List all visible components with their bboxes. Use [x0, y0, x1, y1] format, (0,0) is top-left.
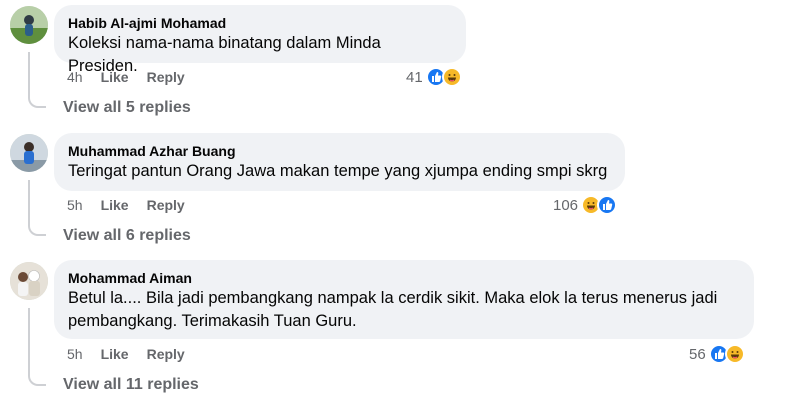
reply-button[interactable]: Reply: [147, 346, 185, 362]
like-button[interactable]: Like: [101, 69, 129, 85]
comment-bubble: Mohammad Aiman Betul la.... Bila jadi pe…: [54, 260, 754, 339]
comment-author[interactable]: Mohammad Aiman: [68, 269, 742, 287]
comment-bubble: Habib Al-ajmi Mohamad Koleksi nama-nama …: [54, 5, 466, 75]
like-icon: [597, 195, 618, 215]
reaction-summary[interactable]: 41: [406, 65, 462, 89]
like-button[interactable]: Like: [101, 197, 129, 213]
reaction-count: 56: [689, 345, 706, 363]
comment-text: Betul la.... Bila jadi pembangkang nampa…: [68, 289, 718, 330]
comment-time[interactable]: 5h: [67, 346, 83, 362]
comment-actions: 4h Like Reply: [67, 67, 185, 87]
reaction-count: 106: [553, 196, 579, 214]
like-button[interactable]: Like: [101, 346, 129, 362]
thread-connector: [28, 180, 46, 236]
comment-author[interactable]: Muhammad Azhar Buang: [68, 142, 613, 160]
view-replies-link[interactable]: View all 6 replies: [63, 226, 191, 246]
comment-bubble: Muhammad Azhar Buang Teringat pantun Ora…: [54, 133, 625, 191]
comment-actions: 5h Like Reply: [67, 344, 185, 364]
avatar[interactable]: [10, 6, 48, 44]
haha-icon: [724, 344, 745, 364]
view-replies-link[interactable]: View all 5 replies: [63, 98, 191, 118]
haha-icon: [441, 67, 462, 87]
reply-button[interactable]: Reply: [147, 69, 185, 85]
reaction-count: 41: [406, 68, 423, 86]
avatar-photo-icon: [10, 262, 48, 300]
reaction-summary[interactable]: 56: [689, 342, 745, 366]
reaction-summary[interactable]: 106: [553, 193, 618, 217]
thread-connector: [28, 308, 46, 386]
comment-text: Teringat pantun Orang Jawa makan tempe y…: [68, 162, 608, 180]
avatar[interactable]: [10, 134, 48, 172]
comment-actions: 5h Like Reply: [67, 195, 185, 215]
thread-connector: [28, 52, 46, 108]
comment-time[interactable]: 4h: [67, 69, 83, 85]
comment-time[interactable]: 5h: [67, 197, 83, 213]
reply-button[interactable]: Reply: [147, 197, 185, 213]
avatar-photo-icon: [10, 6, 48, 44]
view-replies-link[interactable]: View all 11 replies: [63, 375, 199, 395]
avatar[interactable]: [10, 262, 48, 300]
avatar-photo-icon: [10, 134, 48, 172]
comment-author[interactable]: Habib Al-ajmi Mohamad: [68, 14, 454, 32]
